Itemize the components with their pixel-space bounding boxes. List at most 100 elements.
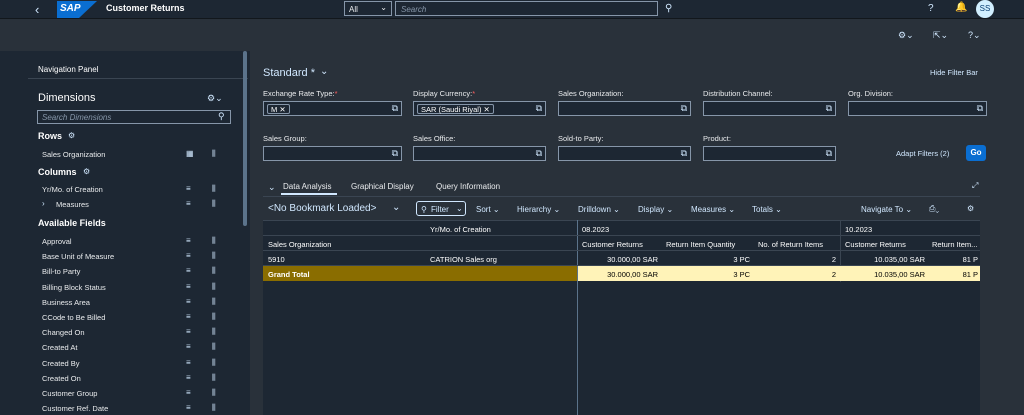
add-to-columns-icon[interactable]: ⫼ — [212, 297, 216, 307]
search-icon[interactable]: ⚲ — [218, 111, 225, 122]
available-field-item[interactable]: Customer Ref. Date — [42, 404, 108, 413]
add-to-columns-icon[interactable]: ⫼ — [212, 327, 216, 337]
add-to-columns-icon[interactable]: ⫼ — [212, 236, 216, 246]
help-icon[interactable]: ? — [928, 3, 934, 14]
rows-settings-icon[interactable]: ⚙ — [68, 131, 75, 140]
totals-menu[interactable]: Totals ⌄ — [752, 205, 782, 214]
add-to-columns-icon[interactable]: ⫼ — [212, 282, 216, 292]
add-to-columns-icon[interactable]: ⫼ — [212, 342, 216, 352]
token[interactable]: M ✕ — [267, 104, 290, 114]
measure-header[interactable]: Customer Returns — [845, 240, 906, 249]
back-icon[interactable]: ‹ — [35, 2, 39, 17]
dimension-settings-icon[interactable]: ⚙⌄ — [207, 93, 223, 104]
add-to-rows-icon[interactable]: ≡ — [186, 312, 191, 321]
add-to-columns-icon[interactable]: ⫼ — [212, 312, 216, 322]
notification-bell-icon[interactable]: 🔔 — [955, 2, 967, 13]
chevron-down-icon[interactable]: ⌄ — [392, 202, 400, 213]
available-field-item[interactable]: Business Area — [42, 298, 90, 307]
period-header[interactable]: 08.2023 — [582, 225, 609, 234]
exchange-rate-field[interactable]: M ✕ ⧉ — [263, 101, 402, 116]
measure-header[interactable]: Return Item... — [932, 240, 977, 249]
column-dimension-item[interactable]: Measures — [56, 200, 89, 209]
add-to-rows-icon[interactable]: ≡ — [186, 403, 191, 412]
column-dimension-item[interactable]: Yr/Mo. of Creation — [42, 185, 103, 194]
distribution-channel-field[interactable]: ⧉ — [703, 101, 836, 116]
settings-icon[interactable]: ⚙ — [967, 204, 974, 213]
value-help-icon[interactable]: ⧉ — [826, 148, 832, 159]
sales-org-field[interactable]: ⧉ — [558, 101, 691, 116]
add-to-rows-icon[interactable]: ≡ — [186, 388, 191, 397]
add-to-rows-icon[interactable]: ≡ — [186, 236, 191, 245]
share-icon[interactable]: ⇱⌄ — [933, 30, 948, 41]
add-to-rows-icon[interactable]: ≡ — [186, 373, 191, 382]
variant-selector[interactable]: Standard * — [263, 67, 315, 79]
avatar[interactable]: SS — [976, 0, 994, 18]
row-key[interactable]: 5910 — [268, 255, 285, 264]
available-field-item[interactable]: CCode to Be Billed — [42, 313, 105, 322]
sort-menu[interactable]: Sort ⌄ — [476, 205, 500, 214]
menu-icon[interactable]: ≡ — [186, 199, 191, 208]
help-menu-icon[interactable]: ?⌄ — [968, 30, 981, 41]
search-input[interactable]: Search — [395, 1, 658, 16]
columns-icon[interactable]: ⫼ — [212, 199, 216, 209]
available-field-item[interactable]: Base Unit of Measure — [42, 252, 114, 261]
period-header[interactable]: 10.2023 — [845, 225, 872, 234]
available-field-item[interactable]: Approval — [42, 237, 72, 246]
add-to-rows-icon[interactable]: ≡ — [186, 358, 191, 367]
chevron-down-icon[interactable]: ⌄ — [320, 66, 328, 77]
available-field-item[interactable]: Billing Block Status — [42, 283, 106, 292]
sales-office-field[interactable]: ⧉ — [413, 146, 546, 161]
bookmark-selector[interactable]: <No Bookmark Loaded> — [268, 203, 376, 214]
add-to-columns-icon[interactable]: ⫼ — [212, 388, 216, 398]
sold-to-party-field[interactable]: ⧉ — [558, 146, 691, 161]
search-scope-select[interactable]: All ⌄ — [344, 1, 392, 16]
add-to-columns-icon[interactable]: ⫼ — [212, 403, 216, 413]
add-to-rows-icon[interactable]: ≡ — [186, 266, 191, 275]
settings-icon[interactable]: ⚙⌄ — [898, 30, 914, 41]
value-help-icon[interactable]: ⧉ — [536, 103, 542, 114]
measure-header[interactable]: Return Item Quantity — [666, 240, 735, 249]
drilldown-menu[interactable]: Drilldown ⌄ — [578, 205, 620, 214]
add-to-rows-icon[interactable]: ≡ — [186, 327, 191, 336]
hide-filter-bar-link[interactable]: Hide Filter Bar — [930, 68, 978, 77]
add-to-columns-icon[interactable]: ⫼ — [212, 358, 216, 368]
row-text[interactable]: CATRION Sales org — [430, 255, 497, 264]
add-to-rows-icon[interactable]: ≡ — [186, 297, 191, 306]
available-field-item[interactable]: Changed On — [42, 328, 85, 337]
export-icon[interactable]: ⎙⌄ — [929, 204, 939, 214]
product-field[interactable]: ⧉ — [703, 146, 836, 161]
available-field-item[interactable]: Created At — [42, 343, 77, 352]
column-dimension-header[interactable]: Yr/Mo. of Creation — [430, 225, 491, 234]
value-help-icon[interactable]: ⧉ — [392, 148, 398, 159]
add-to-rows-icon[interactable]: ≡ — [186, 342, 191, 351]
table-icon[interactable]: ▦ — [186, 149, 194, 158]
go-button[interactable]: Go — [966, 145, 986, 161]
hierarchy-menu[interactable]: Hierarchy ⌄ — [517, 205, 560, 214]
fullscreen-icon[interactable]: ⤢ — [972, 181, 978, 191]
sales-group-field[interactable]: ⧉ — [263, 146, 402, 161]
add-to-columns-icon[interactable]: ⫼ — [212, 373, 216, 383]
search-dimensions-input[interactable]: Search Dimensions — [37, 110, 231, 124]
columns-icon[interactable]: ⫼ — [212, 184, 216, 194]
token[interactable]: SAR (Saudi Riyal) ✕ — [417, 104, 494, 114]
measures-menu[interactable]: Measures ⌄ — [691, 205, 735, 214]
add-to-columns-icon[interactable]: ⫼ — [212, 251, 216, 261]
row-dimension-item[interactable]: Sales Organization — [42, 150, 105, 159]
measure-header[interactable]: No. of Return Items — [758, 240, 823, 249]
org-division-field[interactable]: ⧉ — [848, 101, 987, 116]
value-help-icon[interactable]: ⧉ — [826, 103, 832, 114]
tab-graphical-display[interactable]: Graphical Display — [351, 182, 414, 191]
tab-query-information[interactable]: Query Information — [436, 182, 500, 191]
search-icon[interactable]: ⚲ — [665, 3, 672, 14]
navigate-to-menu[interactable]: Navigate To ⌄ — [861, 205, 912, 214]
value-help-icon[interactable]: ⧉ — [681, 103, 687, 114]
available-field-item[interactable]: Customer Group — [42, 389, 97, 398]
available-field-item[interactable]: Bill-to Party — [42, 267, 80, 276]
table-scrollbar[interactable] — [980, 220, 988, 415]
collapse-header-icon[interactable]: ⌄ — [268, 182, 276, 193]
available-field-item[interactable]: Created By — [42, 359, 80, 368]
row-dimension-header[interactable]: Sales Organization — [268, 240, 331, 249]
add-to-rows-icon[interactable]: ≡ — [186, 282, 191, 291]
columns-icon[interactable]: ⫼ — [212, 149, 216, 159]
tab-data-analysis[interactable]: Data Analysis — [283, 182, 331, 191]
